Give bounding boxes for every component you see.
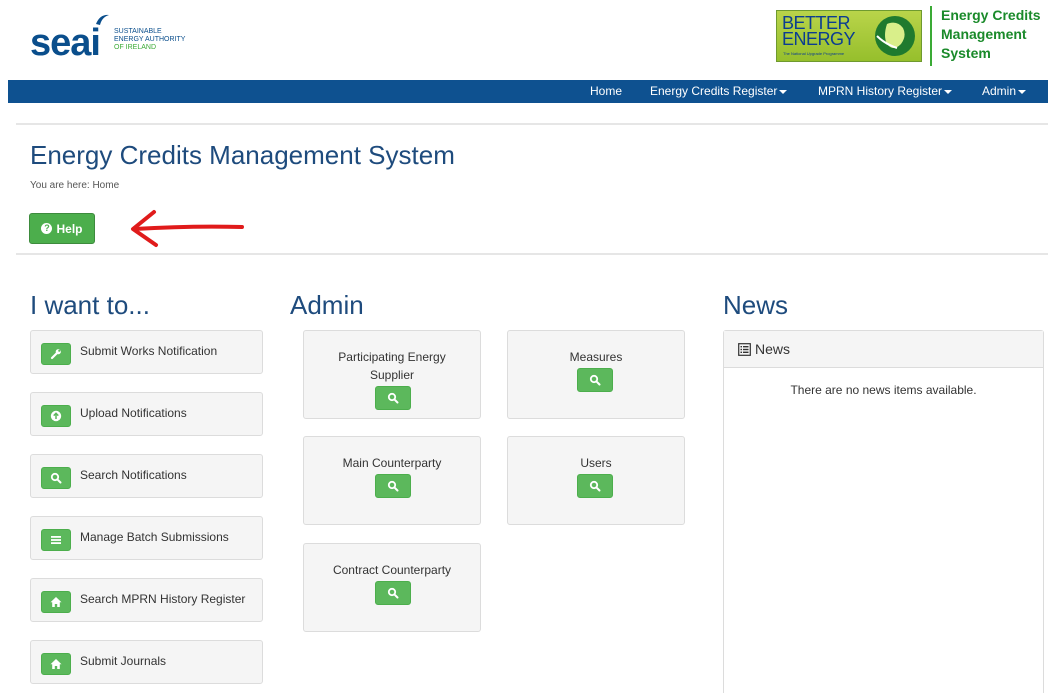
search-icon [589,374,601,386]
upload-icon [50,410,62,422]
divider [16,123,1048,125]
home-icon [50,659,62,669]
caret-down-icon [1018,89,1027,94]
news-title: News [723,290,789,320]
ireland-globe-icon [875,16,915,56]
red-arrow-annotation [131,210,244,247]
search-mprn-history-register-panel[interactable]: Search MPRN History Register [30,578,263,622]
nav-home[interactable]: Home [590,80,622,103]
search-icon [387,587,399,599]
search-icon [387,480,399,492]
submit-journals-button[interactable] [41,653,71,675]
admin-users-panel[interactable]: Users [507,436,685,525]
upload-notifications-button[interactable] [41,405,71,427]
participating-energy-supplier-search-button[interactable] [375,386,411,410]
admin-measures-panel[interactable]: Measures [507,330,685,419]
breadcrumb: You are here: Home [30,180,120,191]
home-icon [50,597,62,607]
seai-wordmark: seai [30,22,101,64]
admin-contract-counterparty-panel[interactable]: Contract Counterparty [303,543,481,632]
search-icon [387,392,399,404]
measures-search-button[interactable] [577,368,613,392]
search-icon [589,480,601,492]
search-mprn-history-register-button[interactable] [41,591,71,613]
admin-participating-energy-supplier-panel[interactable]: Participating Energy Supplier [303,330,481,419]
main-counterparty-search-button[interactable] [375,474,411,498]
seai-logo[interactable]: seai SUSTAINABLE ENERGY AUTHORITY OF IRE… [30,12,200,64]
list-alt-icon [738,342,751,356]
submit-journals-panel[interactable]: Submit Journals [30,640,263,684]
search-notifications-panel[interactable]: Search Notifications [30,454,263,498]
manage-batch-submissions-button[interactable] [41,529,71,551]
i-want-to-title: I want to... [30,290,150,320]
nav-admin[interactable]: Admin [982,80,1027,103]
search-icon [50,472,62,484]
manage-batch-submissions-panel[interactable]: Manage Batch Submissions [30,516,263,560]
contract-counterparty-search-button[interactable] [375,581,411,605]
help-button[interactable]: ? Help [29,213,95,244]
caret-down-icon [944,89,953,94]
top-navbar: Home Energy Credits Register MPRN Histor… [8,80,1048,103]
list-icon [51,536,61,544]
admin-main-counterparty-panel[interactable]: Main Counterparty [303,436,481,525]
news-panel-heading: News [724,331,1043,368]
wrench-icon [50,349,61,360]
news-empty-message: There are no news items available. [790,383,977,397]
users-search-button[interactable] [577,474,613,498]
submit-works-notification-button[interactable] [41,343,71,365]
ecms-logo: Energy Credits Management System [930,6,1048,66]
divider [16,253,1048,255]
nav-energy-credits-register[interactable]: Energy Credits Register [650,80,788,103]
page-title: Energy Credits Management System [30,140,455,170]
admin-title: Admin [290,290,364,320]
nav-mprn-history-register[interactable]: MPRN History Register [818,80,953,103]
submit-works-notification-panel[interactable]: Submit Works Notification [30,330,263,374]
question-circle-icon: ? [41,223,53,234]
search-notifications-button[interactable] [41,467,71,489]
upload-notifications-panel[interactable]: Upload Notifications [30,392,263,436]
caret-down-icon [779,89,788,94]
seai-subtitle: SUSTAINABLE ENERGY AUTHORITY OF IRELAND [114,28,186,51]
better-energy-logo: BETTER ENERGY The National Upgrade Progr… [776,10,922,62]
news-panel: News There are no news items available. [723,330,1044,693]
